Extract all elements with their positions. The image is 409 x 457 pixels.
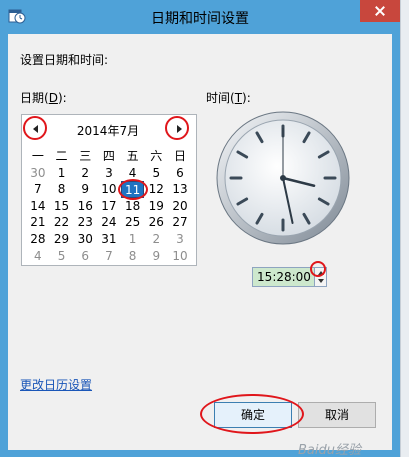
- day-cell[interactable]: 2: [73, 165, 97, 182]
- weekday-label: 一: [31, 149, 44, 163]
- day-cell[interactable]: 31: [97, 231, 121, 248]
- close-button[interactable]: [360, 0, 400, 22]
- weekday-label: 三: [79, 149, 92, 163]
- day-cell[interactable]: 8: [50, 181, 74, 198]
- day-cell[interactable]: 24: [97, 214, 121, 231]
- day-cell[interactable]: 1: [50, 165, 74, 182]
- day-cell[interactable]: 5: [50, 248, 74, 265]
- day-cell[interactable]: 5: [144, 165, 168, 182]
- time-label-prefix: 时间(: [206, 91, 235, 105]
- calendar-week-row: 28 29 30 31 1 2 3: [26, 231, 192, 248]
- day-cell[interactable]: 6: [168, 165, 192, 182]
- calendar-month-title[interactable]: 2014年7月: [56, 122, 160, 139]
- annotation-circle-spinner: [310, 261, 326, 277]
- analog-clock: [216, 111, 350, 245]
- day-cell[interactable]: 27: [168, 214, 192, 231]
- day-cell[interactable]: 28: [26, 231, 50, 248]
- day-cell[interactable]: 6: [73, 248, 97, 265]
- day-cell[interactable]: 19: [144, 198, 168, 215]
- day-cell[interactable]: 3: [97, 165, 121, 182]
- calendar-week-row: 21 22 23 24 25 26 27: [26, 214, 192, 231]
- dialog-body: 设置日期和时间: 日期(D): 时间(T): 2014年7月 一二三四五六日 30…: [8, 34, 392, 457]
- weekday-label: 二: [55, 149, 68, 163]
- weekday-header-row: 一二三四五六日: [26, 148, 192, 165]
- time-label-key: T: [234, 91, 243, 105]
- weekday-label: 日: [173, 149, 186, 163]
- day-cell[interactable]: 30: [26, 165, 50, 182]
- day-cell[interactable]: 4: [26, 248, 50, 265]
- month-calendar: 2014年7月 一二三四五六日 30 1 2 3 4 5 6 7 8 9 10 11 12 13 14 15 16…: [21, 114, 197, 266]
- day-cell[interactable]: 21: [26, 214, 50, 231]
- date-label-prefix: 日期(: [20, 91, 49, 105]
- annotation-circle-ok: [200, 394, 304, 434]
- day-cell[interactable]: 8: [121, 248, 145, 265]
- day-cell[interactable]: 26: [144, 214, 168, 231]
- day-cell[interactable]: 25: [121, 214, 145, 231]
- date-label-key: D: [48, 91, 58, 105]
- title-bar: 日期和时间设置: [0, 0, 400, 34]
- day-cell[interactable]: 17: [97, 198, 121, 215]
- weekday-label: 六: [150, 149, 163, 163]
- day-cell[interactable]: 9: [73, 181, 97, 198]
- date-label: 日期(D):: [20, 89, 67, 106]
- day-cell[interactable]: 20: [168, 198, 192, 215]
- day-cell[interactable]: 15: [50, 198, 74, 215]
- day-cell[interactable]: 1: [121, 231, 145, 248]
- day-cell[interactable]: 13: [168, 181, 192, 198]
- annotation-circle-next: [165, 116, 189, 140]
- weekday-label: 四: [102, 149, 115, 163]
- time-label-suffix: ):: [242, 91, 251, 105]
- date-time-settings-window: 日期和时间设置 设置日期和时间: 日期(D): 时间(T): 2014年7月 一…: [0, 0, 400, 457]
- calendar-week-row: 7 8 9 10 11 12 13: [26, 181, 192, 198]
- day-cell[interactable]: 7: [97, 248, 121, 265]
- calendar-week-row: 4 5 6 7 8 9 10: [26, 248, 192, 265]
- time-field[interactable]: 15:28:00: [252, 267, 316, 287]
- day-cell[interactable]: 23: [73, 214, 97, 231]
- annotation-circle-selected-day: [118, 179, 148, 200]
- cancel-button[interactable]: 取消: [298, 402, 376, 428]
- day-cell[interactable]: 10: [168, 248, 192, 265]
- day-cell[interactable]: 22: [50, 214, 74, 231]
- day-cell[interactable]: 16: [73, 198, 97, 215]
- settings-prompt: 设置日期和时间:: [20, 53, 109, 67]
- day-cell[interactable]: 14: [26, 198, 50, 215]
- weekday-label: 五: [126, 149, 139, 163]
- calendar-week-row: 30 1 2 3 4 5 6: [26, 165, 192, 182]
- day-cell[interactable]: 3: [168, 231, 192, 248]
- watermark: Baidu经验: [298, 443, 361, 457]
- clock-center: [280, 175, 286, 181]
- day-cell[interactable]: 7: [26, 181, 50, 198]
- day-cell[interactable]: 30: [73, 231, 97, 248]
- spin-down-icon[interactable]: [318, 279, 324, 283]
- calendar-week-row: 14 15 16 17 18 19 20: [26, 198, 192, 215]
- calendar-grid: 一二三四五六日 30 1 2 3 4 5 6 7 8 9 10 11 12 13 14 15 16 17 18 19 20…: [26, 148, 192, 264]
- date-label-suffix: ):: [57, 91, 67, 105]
- time-label: 时间(T):: [206, 89, 251, 106]
- day-cell[interactable]: 2: [144, 231, 168, 248]
- day-cell[interactable]: 29: [50, 231, 74, 248]
- day-cell[interactable]: 18: [121, 198, 145, 215]
- background-window-edge: [400, 0, 409, 457]
- annotation-circle-prev: [23, 116, 47, 140]
- window-title: 日期和时间设置: [151, 11, 249, 27]
- change-calendar-settings-link[interactable]: 更改日历设置: [20, 376, 92, 393]
- calendar-header: 2014年7月: [22, 115, 196, 143]
- day-cell[interactable]: 9: [144, 248, 168, 265]
